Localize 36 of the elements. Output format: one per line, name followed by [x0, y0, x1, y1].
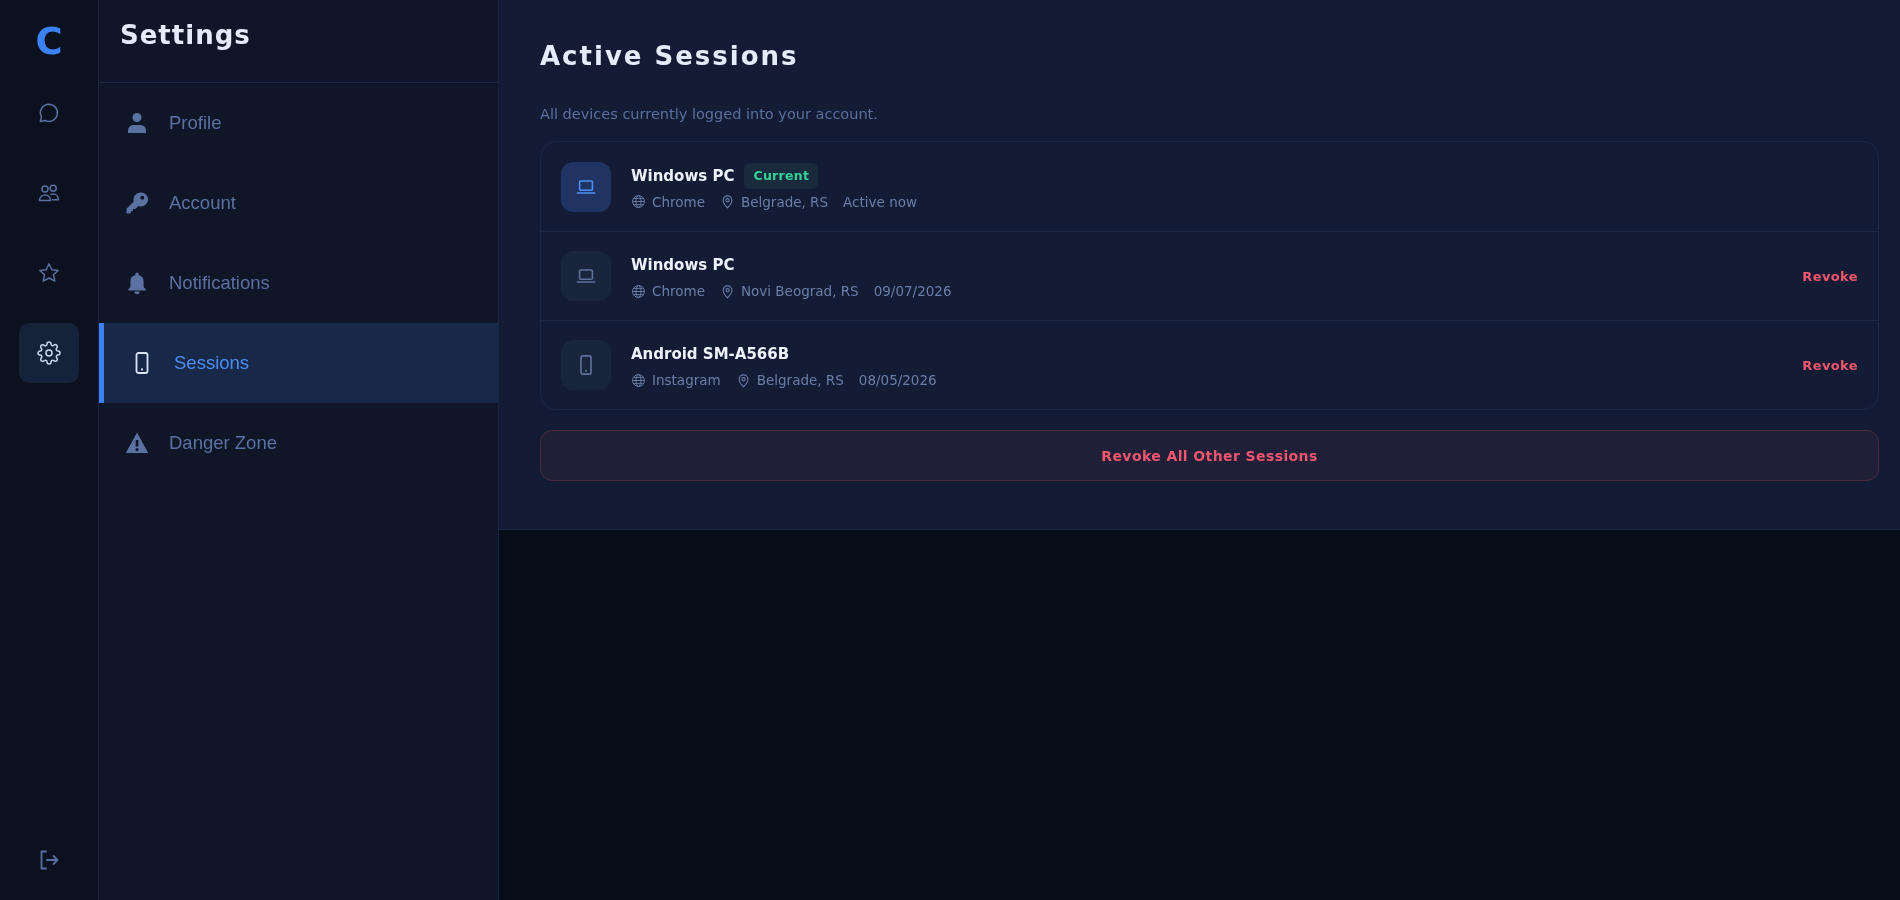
revoke-button[interactable]: Revoke	[1798, 262, 1862, 290]
user-icon	[125, 111, 149, 135]
globe-icon	[631, 372, 646, 388]
current-badge: Current	[744, 162, 819, 189]
session-time: 08/05/2026	[858, 371, 937, 389]
sidebar-item[interactable]: Notifications	[99, 243, 498, 323]
location-text: Belgrade, RS	[756, 371, 844, 389]
app-logo: C	[35, 23, 63, 60]
session-time: Active now	[843, 192, 917, 211]
location-text: Belgrade, RS	[740, 192, 829, 211]
sidebar-item[interactable]: Sessions	[99, 323, 498, 403]
warning-icon	[125, 431, 149, 455]
star-icon	[37, 261, 61, 285]
session-time: 09/07/2026	[873, 282, 952, 300]
page-title: Active Sessions	[540, 40, 799, 73]
device-name: Windows PC	[631, 166, 735, 185]
revoke-button[interactable]: Revoke	[1798, 351, 1862, 379]
globe-icon	[631, 283, 646, 299]
settings-icon	[37, 341, 61, 365]
sidebar-item[interactable]: Account	[99, 163, 498, 243]
key-icon	[125, 191, 149, 215]
bell-icon	[125, 271, 149, 295]
page-subtitle: All devices currently logged into your account.	[540, 105, 878, 124]
chat-icon	[37, 101, 61, 125]
app-name: Instagram	[652, 371, 721, 389]
device-name: Windows PC	[631, 256, 735, 274]
settings-nav-button[interactable]	[19, 323, 79, 383]
globe-icon	[631, 194, 646, 209]
app-name: Chrome	[652, 192, 705, 211]
revoke-all-button[interactable]: Revoke All Other Sessions	[540, 430, 1879, 481]
sidebar-item[interactable]: Profile	[99, 83, 498, 163]
sidebar-title: Settings	[120, 19, 251, 52]
sidebar-item[interactable]: Danger Zone	[99, 403, 498, 483]
device-name: Android SM-A566B	[631, 345, 790, 363]
app-name: Chrome	[652, 282, 705, 300]
location-text: Novi Beograd, RS	[740, 282, 859, 300]
